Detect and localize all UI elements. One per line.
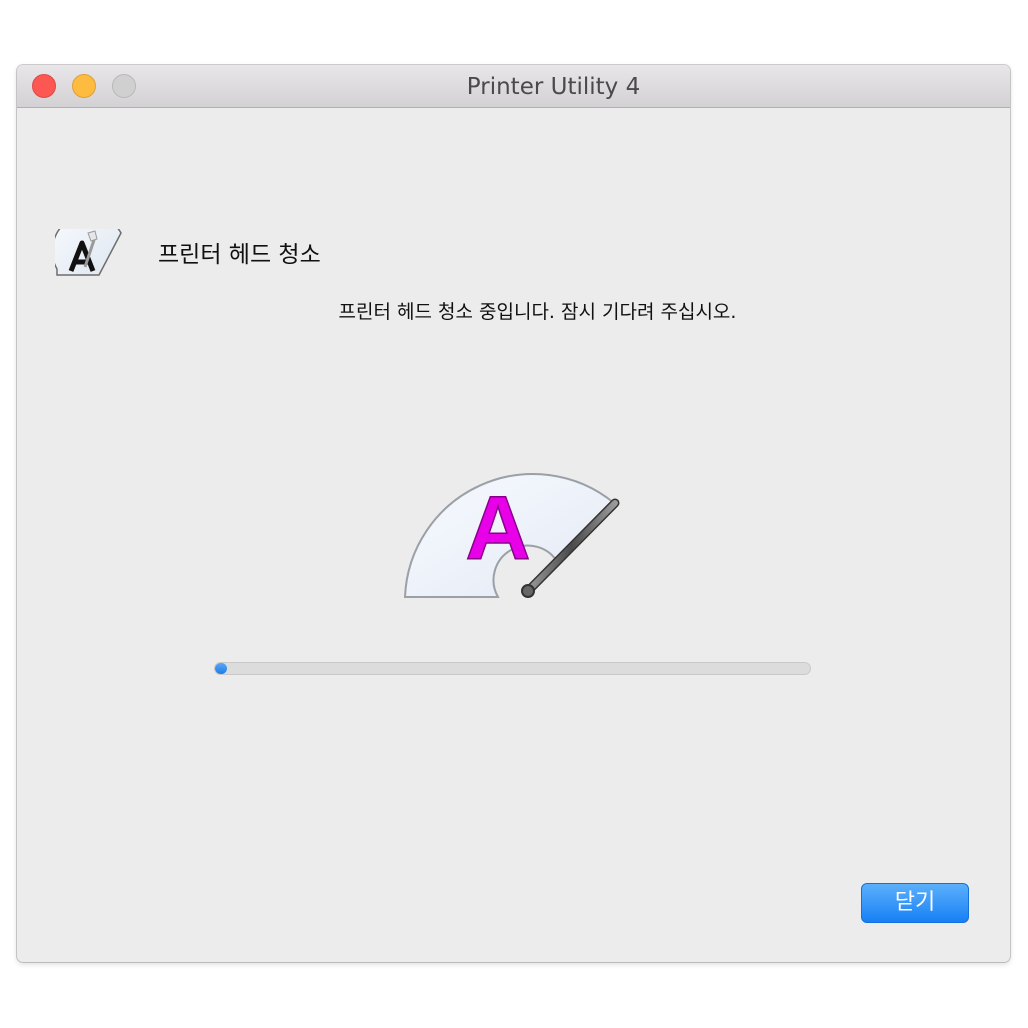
printhead-wiper-illustration: A: [403, 473, 620, 598]
close-button[interactable]: 닫기: [861, 883, 969, 923]
window-title: Printer Utility 4: [466, 74, 641, 100]
cleaning-progress-bar: [214, 662, 811, 675]
illustration-letter: A: [466, 479, 531, 579]
dialog-window: Printer Utility 4 프린터 헤드 청소 프린터 헤드 청소 중입…: [17, 65, 1010, 962]
page-heading: 프린터 헤드 청소: [158, 242, 321, 268]
progress-fill: [215, 663, 227, 674]
title-bar[interactable]: Printer Utility 4: [17, 65, 1010, 108]
status-message: 프린터 헤드 청소 중입니다. 잠시 기다려 주십시오.: [338, 301, 737, 323]
printhead-cleaning-icon: [55, 229, 122, 276]
